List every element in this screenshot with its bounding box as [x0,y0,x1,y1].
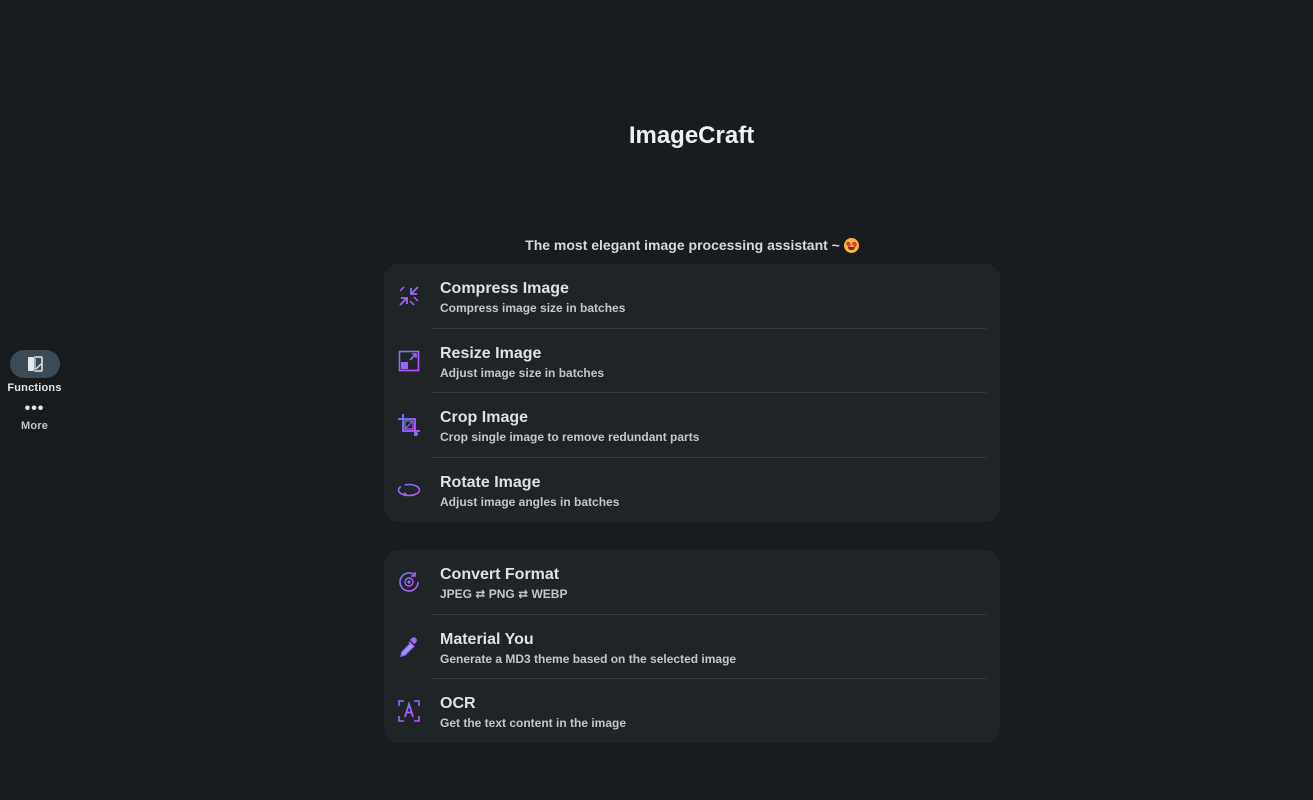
item-title: Convert Format [440,566,560,583]
item-title: Material You [440,630,534,648]
item-title: OCR [440,695,476,712]
item-title: Resize Image [440,344,542,362]
item-description: Generate a MD3 theme based on the select… [440,651,737,666]
functions-label: Functions [7,382,62,394]
item-description: Adjust image size in batches [440,365,605,380]
item-description: Get the text content in the image [440,716,627,730]
image-tools-card: Compress Image Compress image size in ba… [384,264,1000,522]
resize-icon [398,350,420,371]
rotate-image-item[interactable]: Rotate Image Adjust image angles in batc… [384,458,1000,523]
rail-item-functions[interactable]: Functions [0,350,69,394]
item-description: JPEG ⇄ PNG ⇄ WEBP [440,587,568,601]
item-description: Compress image size in batches [440,301,626,315]
compare-icon [27,356,43,372]
app-title: ImageCraft [628,122,755,149]
crop-icon [398,414,420,436]
functions-indicator [9,350,60,378]
utility-tools-card: Convert Format JPEG ⇄ PNG ⇄ WEBP Materia… [384,550,1000,743]
more-horiz-icon: ••• [24,400,45,417]
compress-image-item[interactable]: Compress Image Compress image size in ba… [384,264,1000,329]
resize-image-item[interactable]: Resize Image Adjust image size in batche… [384,329,1000,393]
heart-eyes-emoji-icon [843,238,859,253]
item-description: Crop single image to remove redundant pa… [440,430,700,444]
item-description: Adjust image angles in batches [440,494,620,509]
material-you-item[interactable]: Material You Generate a MD3 theme based … [384,615,1000,679]
convert-format-item[interactable]: Convert Format JPEG ⇄ PNG ⇄ WEBP [384,550,1000,615]
rotate-icon [397,483,421,496]
rail-item-more[interactable]: ••• More [0,400,69,433]
ocr-icon [398,700,420,722]
convert-icon [399,572,419,592]
navigation-rail: Functions ••• More [0,0,69,800]
ocr-item[interactable]: OCR Get the text content in the image [384,679,1000,744]
item-title: Rotate Image [440,473,541,491]
more-label: More [20,420,49,432]
dropper-icon [400,636,417,657]
subtitle-text: The most elegant image processing assist… [525,237,840,253]
item-title: Compress Image [440,280,569,297]
app-subtitle: The most elegant image processing assist… [384,237,1000,253]
item-title: Crop Image [440,409,529,426]
crop-image-item[interactable]: Crop Image Crop single image to remove r… [384,393,1000,458]
compress-icon [399,286,419,306]
